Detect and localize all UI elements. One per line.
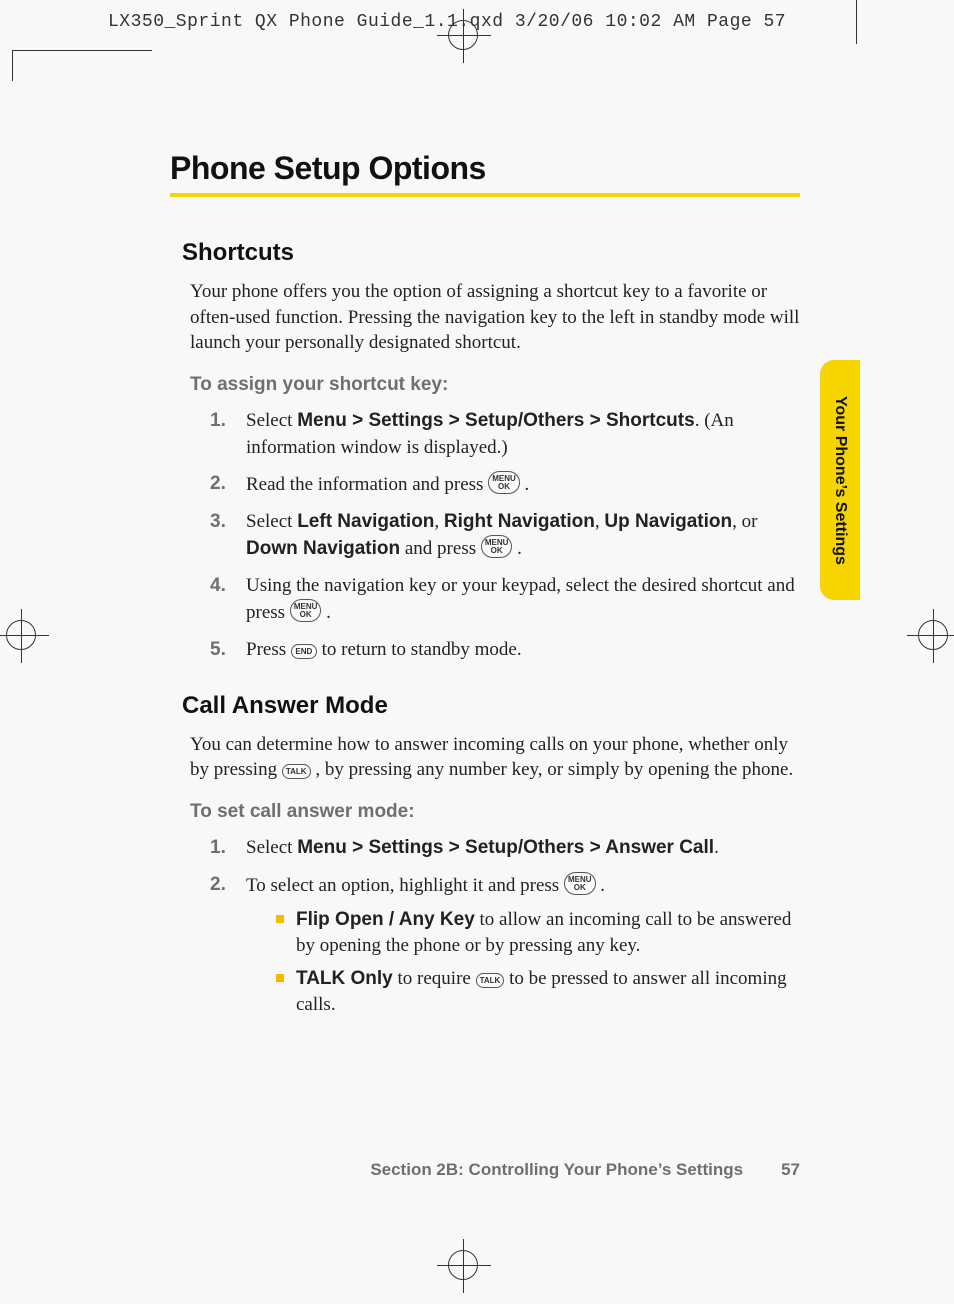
option-flip-open: Flip Open / Any Key to allow an incoming… <box>276 907 800 958</box>
crop-mark-corner <box>12 50 152 82</box>
footer-section: Section 2B: Controlling Your Phone’s Set… <box>370 1160 743 1180</box>
option-text: TALK Only to require TALK to be pressed … <box>296 966 800 1017</box>
t: , or <box>732 511 757 532</box>
footer-page-number: 57 <box>781 1160 800 1180</box>
t: and press <box>400 538 481 559</box>
shortcuts-intro: Your phone offers you the option of assi… <box>190 279 800 356</box>
menu-ok-key-icon: MENUOK <box>481 535 513 558</box>
crop-tick-right <box>856 0 857 44</box>
step-text: Select Menu > Settings > Setup/Others > … <box>246 408 800 461</box>
side-tab-label: Your Phone’s Settings <box>831 396 849 565</box>
t: to require <box>393 968 476 989</box>
t: OK <box>485 547 509 555</box>
step-3: 3. Select Left Navigation, Right Navigat… <box>210 509 800 563</box>
step-text: Press END to return to standby mode. <box>246 637 800 664</box>
bullet-icon <box>276 974 284 982</box>
t: . <box>596 875 606 896</box>
call-answer-lead: To set call answer mode: <box>190 801 800 823</box>
t: . <box>321 602 331 623</box>
t: . <box>714 837 719 858</box>
t: Menu > Settings > Setup/Others > Answer … <box>297 837 714 858</box>
sub-options: Flip Open / Any Key to allow an incoming… <box>276 907 800 1018</box>
page-title: Phone Setup Options <box>170 150 800 197</box>
t: Right Navigation <box>444 511 595 532</box>
menu-ok-key-icon: MENUOK <box>290 599 322 622</box>
step-4: 4. Using the navigation key or your keyp… <box>210 573 800 627</box>
step-number: 1. <box>210 835 246 862</box>
t: Left Navigation <box>297 511 434 532</box>
side-tab: Your Phone’s Settings <box>820 360 860 600</box>
t: Menu > Settings > Setup/Others > Shortcu… <box>297 410 695 431</box>
t: , <box>434 511 444 532</box>
step-2: 2. To select an option, highlight it and… <box>210 872 800 1026</box>
step-text: Using the navigation key or your keypad,… <box>246 573 800 627</box>
heading-shortcuts: Shortcuts <box>182 239 800 267</box>
step-text: Select Left Navigation, Right Navigation… <box>246 509 800 563</box>
t: Select <box>246 837 297 858</box>
step-text: Read the information and press MENUOK . <box>246 471 800 499</box>
step-number: 2. <box>210 872 246 899</box>
step-number: 4. <box>210 573 246 600</box>
t: , by pressing any number key, or simply … <box>311 759 794 780</box>
shortcuts-lead: To assign your shortcut key: <box>190 374 800 396</box>
menu-ok-key-icon: MENUOK <box>564 872 596 895</box>
call-answer-steps: 1. Select Menu > Settings > Setup/Others… <box>210 835 800 1026</box>
t: OK <box>294 611 318 619</box>
t: . <box>520 474 530 495</box>
registration-mark-left <box>6 620 36 650</box>
t: Read the information and press <box>246 474 488 495</box>
t: Press <box>246 639 291 660</box>
t: to return to standby mode. <box>317 639 522 660</box>
registration-mark-right <box>918 620 948 650</box>
option-text: Flip Open / Any Key to allow an incoming… <box>296 907 800 958</box>
t: Select <box>246 410 297 431</box>
step-number: 2. <box>210 471 246 498</box>
talk-key-icon: TALK <box>282 764 311 779</box>
option-talk-only: TALK Only to require TALK to be pressed … <box>276 966 800 1017</box>
step-1: 1. Select Menu > Settings > Setup/Others… <box>210 835 800 862</box>
t: Flip Open / Any Key <box>296 909 475 930</box>
step-number: 3. <box>210 509 246 536</box>
print-slug: LX350_Sprint QX Phone Guide_1.1.qxd 3/20… <box>108 12 786 32</box>
page-footer: Section 2B: Controlling Your Phone’s Set… <box>170 1160 800 1180</box>
step-5: 5. Press END to return to standby mode. <box>210 637 800 664</box>
t: To select an option, highlight it and pr… <box>246 875 564 896</box>
step-text: To select an option, highlight it and pr… <box>246 872 800 1026</box>
step-number: 5. <box>210 637 246 664</box>
t: Down Navigation <box>246 538 400 559</box>
t: Select <box>246 511 297 532</box>
t: . <box>512 538 522 559</box>
step-2: 2. Read the information and press MENUOK… <box>210 471 800 499</box>
t: , <box>595 511 605 532</box>
page-content: Phone Setup Options Shortcuts Your phone… <box>170 150 800 1036</box>
registration-mark-top <box>448 20 478 50</box>
step-text: Select Menu > Settings > Setup/Others > … <box>246 835 800 862</box>
t: Up Navigation <box>604 511 732 532</box>
t: TALK Only <box>296 968 393 989</box>
registration-mark-bottom <box>448 1250 478 1280</box>
bullet-icon <box>276 915 284 923</box>
step-number: 1. <box>210 408 246 435</box>
end-key-icon: END <box>291 644 317 659</box>
call-answer-intro: You can determine how to answer incoming… <box>190 732 800 783</box>
step-1: 1. Select Menu > Settings > Setup/Others… <box>210 408 800 461</box>
heading-call-answer: Call Answer Mode <box>182 692 800 720</box>
talk-key-icon: TALK <box>476 973 505 988</box>
t: OK <box>568 884 592 892</box>
shortcuts-steps: 1. Select Menu > Settings > Setup/Others… <box>210 408 800 664</box>
menu-ok-key-icon: MENUOK <box>488 471 520 494</box>
t: OK <box>492 483 516 491</box>
